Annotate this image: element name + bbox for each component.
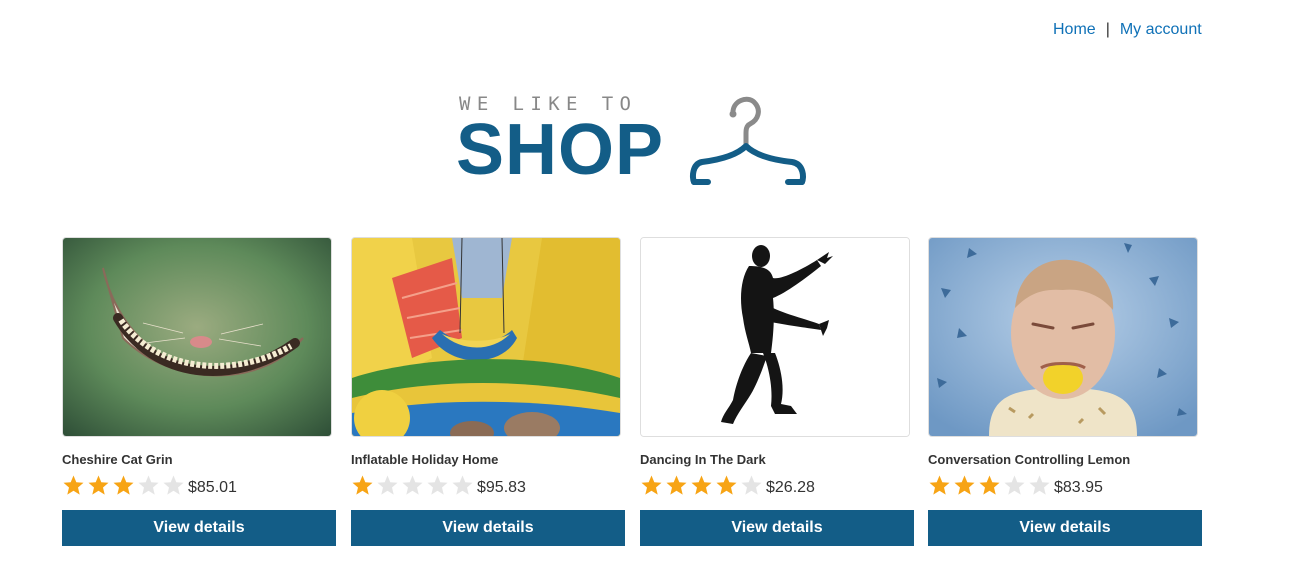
dancing-in-the-dark-image [641, 238, 909, 436]
product-image[interactable] [351, 237, 621, 437]
star-empty-icon [741, 475, 762, 495]
star-filled-icon [979, 475, 1000, 495]
star-empty-icon [402, 475, 423, 495]
star-rating [351, 474, 474, 498]
star-empty-icon [427, 475, 448, 495]
star-filled-icon [691, 475, 712, 495]
star-filled-icon [716, 475, 737, 495]
product-price: $26.28 [766, 479, 815, 496]
product-card: Dancing In The Dark $26.28 View details [640, 237, 914, 546]
cheshire-cat-grin-image [63, 238, 331, 436]
star-filled-icon [666, 475, 687, 495]
star-filled-icon [929, 475, 950, 495]
product-card: Cheshire Cat Grin $85.01 View details [62, 237, 336, 546]
star-rating [928, 474, 1051, 498]
nav-separator: | [1105, 21, 1110, 38]
product-price: $83.95 [1054, 479, 1103, 496]
star-filled-icon [113, 475, 134, 495]
product-price: $85.01 [188, 479, 237, 496]
rating-row: $26.28 [640, 472, 914, 498]
site-logo[interactable]: WE LIKE TO SHOP [456, 90, 816, 190]
product-image[interactable] [640, 237, 910, 437]
rating-row: $83.95 [928, 472, 1202, 498]
product-title[interactable]: Dancing In The Dark [640, 452, 914, 468]
product-image[interactable] [928, 237, 1198, 437]
product-card: Inflatable Holiday Home $95.83 View deta… [351, 237, 625, 546]
my-account-link[interactable]: My account [1120, 21, 1202, 38]
hanger-icon [690, 96, 806, 185]
view-details-button[interactable]: View details [351, 510, 625, 546]
product-title[interactable]: Inflatable Holiday Home [351, 452, 625, 468]
star-filled-icon [88, 475, 109, 495]
view-details-button[interactable]: View details [640, 510, 914, 546]
star-empty-icon [452, 475, 473, 495]
star-rating [640, 474, 763, 498]
logo-brand: SHOP [456, 110, 665, 190]
product-price: $95.83 [477, 479, 526, 496]
star-empty-icon [377, 475, 398, 495]
star-empty-icon [163, 475, 184, 495]
star-empty-icon [138, 475, 159, 495]
rating-row: $85.01 [62, 472, 336, 498]
top-nav: Home | My account [1053, 21, 1202, 39]
home-link[interactable]: Home [1053, 21, 1096, 38]
view-details-button[interactable]: View details [62, 510, 336, 546]
star-filled-icon [63, 475, 84, 495]
product-title[interactable]: Conversation Controlling Lemon [928, 452, 1202, 468]
product-card: Conversation Controlling Lemon $83.95 Vi… [928, 237, 1202, 546]
star-rating [62, 474, 185, 498]
star-empty-icon [1029, 475, 1050, 495]
star-empty-icon [1004, 475, 1025, 495]
view-details-button[interactable]: View details [928, 510, 1202, 546]
star-filled-icon [352, 475, 373, 495]
star-filled-icon [641, 475, 662, 495]
product-image[interactable] [62, 237, 332, 437]
rating-row: $95.83 [351, 472, 625, 498]
conversation-controlling-lemon-image [929, 238, 1197, 436]
star-filled-icon [954, 475, 975, 495]
product-title[interactable]: Cheshire Cat Grin [62, 452, 336, 468]
page: Home | My account WE LIKE TO SHOP Cheshi… [0, 0, 1316, 562]
inflatable-holiday-home-image [352, 238, 620, 436]
